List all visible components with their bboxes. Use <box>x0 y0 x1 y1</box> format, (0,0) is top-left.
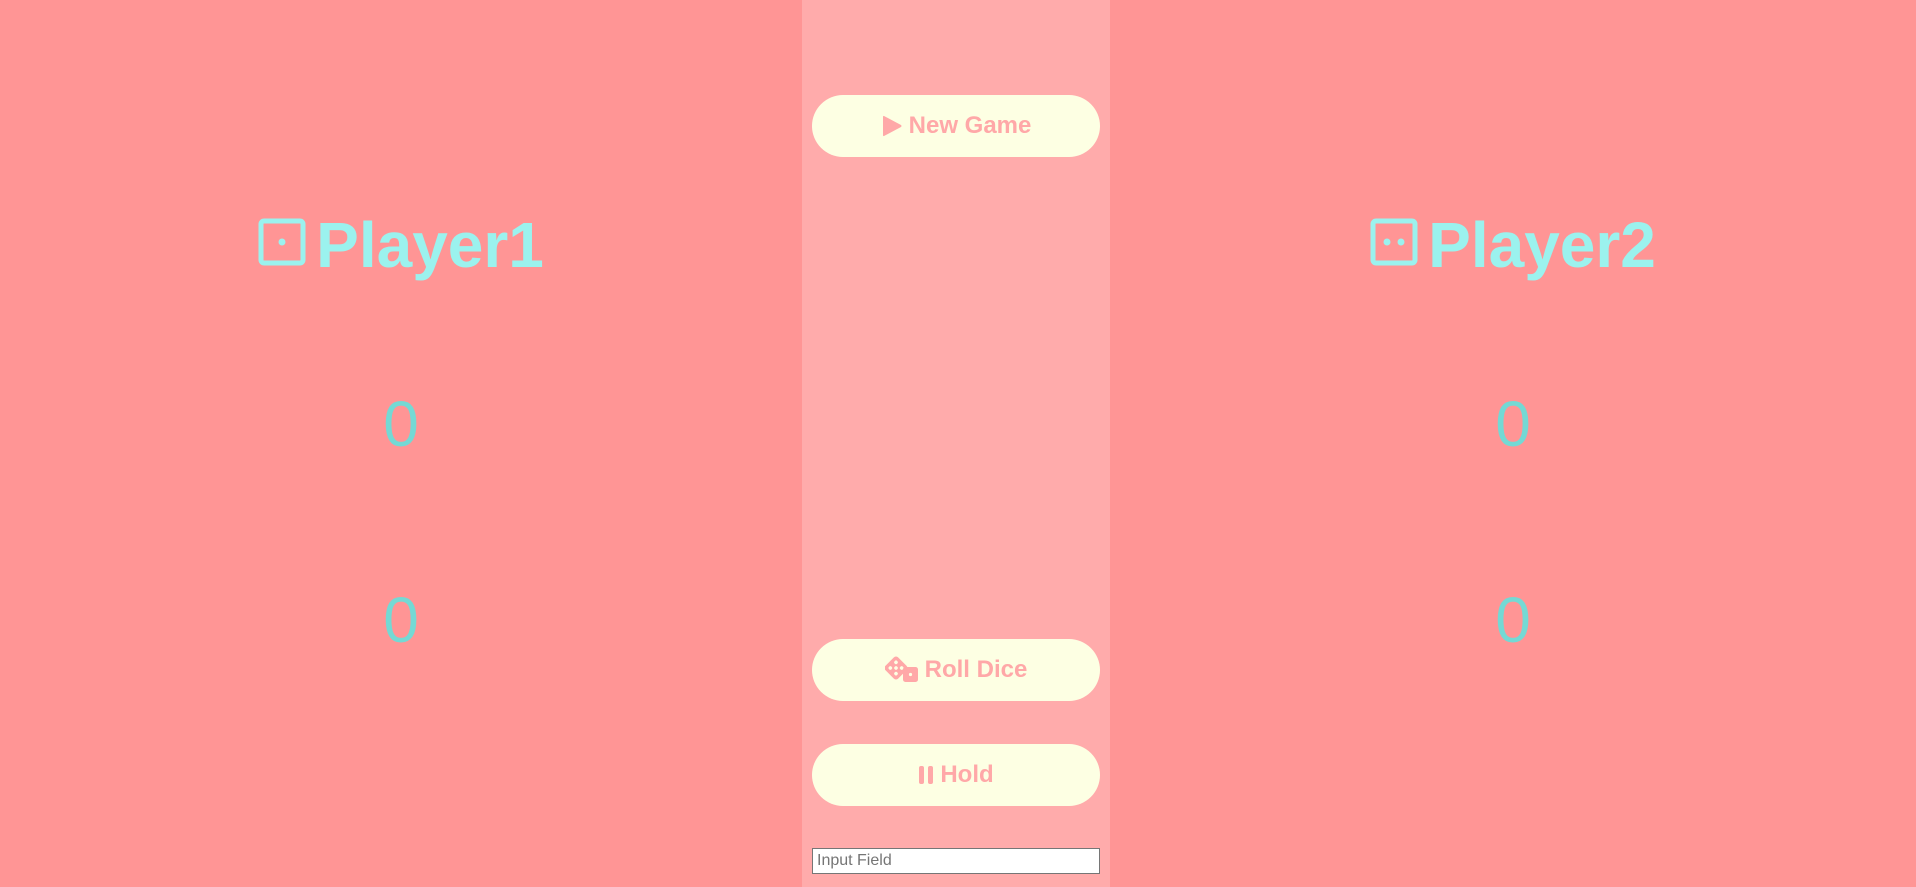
hold-button[interactable]: Hold <box>812 744 1100 806</box>
player-1-panel: Player1 0 0 <box>0 0 802 887</box>
dice-two-icon <box>1370 218 1418 266</box>
player-2-heading: Player2 <box>1110 210 1916 280</box>
game-board: Player1 0 0 New Game Roll Dice Hold Inpu… <box>0 0 1916 887</box>
dice-icon <box>884 656 918 682</box>
roll-dice-label: Roll Dice <box>924 656 1028 683</box>
pause-icon <box>919 766 934 784</box>
player-1-current-score: 0 <box>383 584 419 656</box>
new-game-label: New Game <box>908 112 1032 139</box>
player-2-name: Player2 <box>1428 209 1656 281</box>
play-icon <box>882 115 902 137</box>
text-input-field[interactable] <box>812 848 1100 874</box>
player-1-heading: Player1 <box>0 210 802 280</box>
player-2-current-score: 0 <box>1495 584 1531 656</box>
roll-dice-button[interactable]: Roll Dice <box>812 639 1100 701</box>
dice-one-icon <box>258 218 306 266</box>
controls-panel: New Game Roll Dice Hold Input Field <box>802 0 1110 887</box>
player-1-name: Player1 <box>316 209 544 281</box>
hold-label: Hold <box>940 761 994 788</box>
player-1-total-score: 0 <box>383 388 419 460</box>
player-2-total-score: 0 <box>1495 388 1531 460</box>
player-2-panel: Player2 0 0 <box>1110 0 1916 887</box>
new-game-button[interactable]: New Game <box>812 95 1100 157</box>
